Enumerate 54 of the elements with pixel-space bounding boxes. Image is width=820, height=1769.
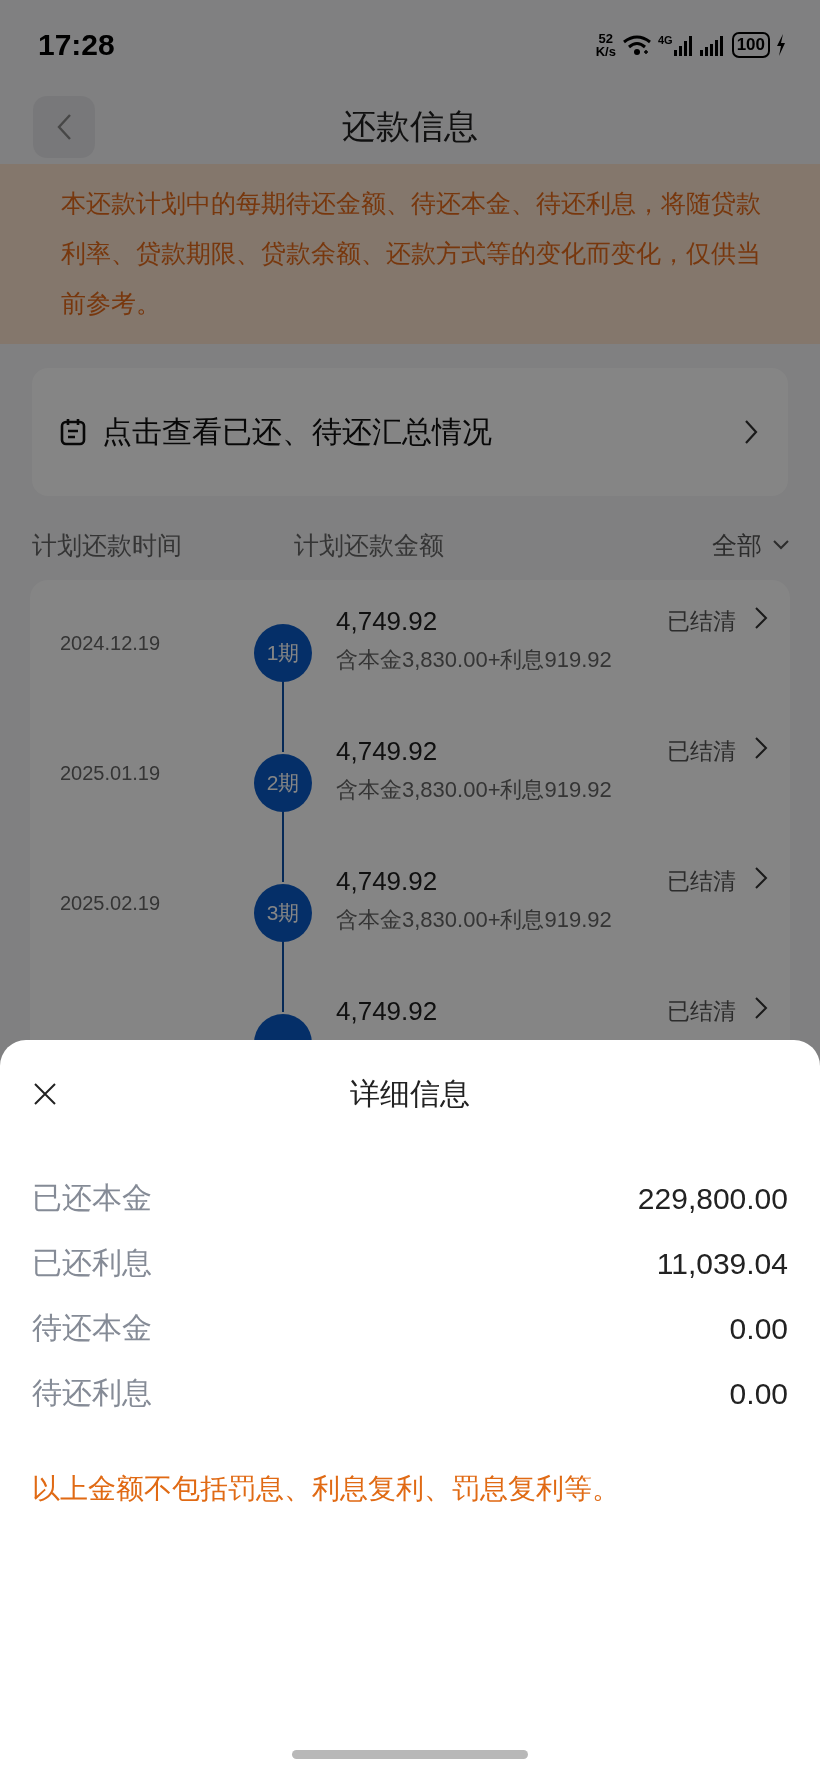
installment-amount: 4,749.92	[336, 606, 439, 637]
notice-text: 本还款计划中的每期待还金额、待还本金、待还利息，将随贷款利率、贷款期限、贷款余额、还款方式等的变化而变化，仅供当前参考。	[61, 188, 762, 319]
chevron-right-icon	[744, 419, 758, 445]
signal-icon	[673, 34, 694, 56]
charging-icon	[776, 34, 786, 56]
column-header: 计划还款时间	[32, 529, 183, 561]
chevron-down-icon	[772, 539, 790, 551]
close-button[interactable]	[34, 1083, 56, 1105]
chevron-right-icon	[754, 736, 768, 760]
due-date: 2025.01.19	[60, 762, 161, 784]
detail-label: 待还利息	[32, 1375, 152, 1411]
battery-indicator: 100	[731, 32, 770, 58]
speed-unit: K/s	[595, 45, 616, 58]
period-badge: 1期	[254, 624, 312, 682]
close-icon	[34, 1083, 56, 1105]
detail-value: 0.00	[729, 1311, 788, 1346]
period-badge: 2期	[254, 754, 312, 812]
home-indicator[interactable]	[292, 1750, 528, 1759]
calendar-icon	[60, 418, 86, 446]
network-type: 4G	[657, 34, 673, 46]
detail-label: 已还利息	[32, 1245, 152, 1281]
installment-amount: 4,749.92	[336, 736, 439, 767]
back-button[interactable]	[33, 96, 95, 158]
status-label: 已结清	[667, 997, 736, 1026]
detail-label: 已还本金	[32, 1180, 152, 1216]
detail-value: 229,800.00	[637, 1181, 788, 1216]
amount-breakdown: 含本金3,830.00+利息919.92	[336, 776, 613, 804]
installment-amount: 4,749.92	[336, 866, 439, 897]
network-speed: 52	[598, 32, 614, 45]
page-title: 还款信息	[342, 106, 478, 147]
signal-icon	[699, 34, 726, 56]
chevron-right-icon	[754, 996, 768, 1020]
amount-breakdown: 含本金3,830.00+利息919.92	[336, 906, 613, 934]
summary-link[interactable]: 点击查看已还、待还汇总情况	[32, 368, 788, 496]
status-label: 已结清	[667, 607, 736, 636]
sheet-title: 详细信息	[350, 1075, 470, 1112]
detail-label: 待还本金	[32, 1310, 152, 1346]
status-label: 已结清	[667, 737, 736, 766]
due-date: 2025.02.19	[60, 892, 161, 914]
status-label: 已结清	[667, 867, 736, 896]
amount-breakdown: 含本金3,830.00+利息919.92	[336, 646, 613, 674]
wifi-icon	[621, 34, 652, 56]
back-icon	[56, 113, 72, 141]
filter-dropdown[interactable]: 全部	[712, 528, 790, 562]
due-date: 2024.12.19	[60, 632, 161, 654]
installment-amount: 4,749.92	[336, 996, 439, 1027]
chevron-right-icon	[754, 866, 768, 890]
period-badge: 3期	[254, 884, 312, 942]
disclaimer-text: 以上金额不包括罚息、利息复利、罚息复利等。	[32, 1472, 621, 1506]
clock-time: 17:28	[38, 28, 115, 62]
detail-value: 11,039.04	[656, 1246, 788, 1281]
column-header: 计划还款金额	[294, 529, 444, 561]
detail-value: 0.00	[729, 1376, 788, 1411]
chevron-right-icon	[754, 606, 768, 630]
